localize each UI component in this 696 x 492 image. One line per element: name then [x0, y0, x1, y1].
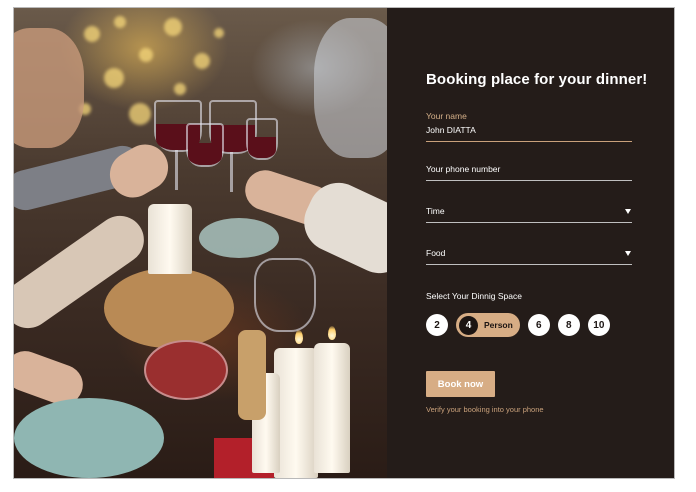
space-option-2[interactable]: 2 [426, 314, 448, 336]
bokeh-light [164, 18, 182, 36]
book-now-button[interactable]: Book now [426, 371, 495, 397]
plate [14, 398, 164, 478]
chevron-down-icon[interactable] [625, 208, 631, 214]
time-select[interactable]: Time [426, 206, 632, 223]
food-underline [426, 264, 632, 265]
chevron-down-icon[interactable] [625, 250, 631, 256]
candle-flame [328, 326, 336, 340]
space-option-6[interactable]: 6 [527, 314, 550, 336]
bokeh-light [104, 68, 124, 88]
name-field[interactable]: Your name John DIATTA [426, 111, 632, 142]
pomegranate-bowl [144, 340, 228, 400]
bokeh-light [129, 103, 151, 125]
phone-placeholder[interactable]: Your phone number [426, 164, 632, 174]
space-option-8[interactable]: 8 [557, 314, 580, 336]
name-label: Your name [426, 111, 467, 121]
space-option-10[interactable]: 10 [587, 314, 610, 336]
roast-platter [104, 268, 234, 348]
bokeh-light [114, 16, 126, 28]
bokeh-light [174, 83, 186, 95]
side-plate [199, 218, 279, 258]
water-jug [254, 258, 316, 332]
candle-flame [295, 330, 303, 344]
wine-glass [186, 123, 224, 167]
food-placeholder[interactable]: Food [426, 248, 445, 258]
glass-stem [175, 150, 178, 190]
time-underline [426, 222, 632, 223]
person-silhouette [14, 28, 84, 148]
food-select[interactable]: Food [426, 248, 632, 265]
bokeh-light [214, 28, 224, 38]
candle [274, 348, 318, 478]
form-title: Booking place for your dinner! [426, 71, 648, 88]
booking-card: Booking place for your dinner! Your name… [13, 7, 675, 479]
bokeh-light [139, 48, 153, 62]
salt-shaker [238, 330, 266, 420]
space-label: Select Your Dinnig Space [426, 291, 522, 301]
space-options: 2 4 Person 6 8 10 [426, 313, 618, 337]
phone-underline [426, 180, 632, 181]
candle [314, 343, 350, 473]
booking-form: Booking place for your dinner! Your name… [387, 8, 674, 478]
name-underline [426, 141, 632, 142]
time-placeholder[interactable]: Time [426, 206, 445, 216]
glass-stem [230, 152, 233, 192]
bokeh-light [84, 26, 100, 42]
window-light [314, 18, 387, 158]
wine-glass [246, 118, 278, 160]
verify-note: Verify your booking into your phone [426, 405, 544, 414]
candle [148, 204, 192, 274]
selected-count: 4 [459, 315, 478, 335]
dinner-photo [14, 8, 387, 478]
bokeh-light [194, 53, 210, 69]
space-option-4-selected[interactable]: 4 Person [456, 313, 520, 337]
phone-field[interactable]: Your phone number [426, 164, 632, 181]
name-value[interactable]: John DIATTA [426, 125, 632, 135]
selected-suffix: Person [484, 320, 513, 330]
